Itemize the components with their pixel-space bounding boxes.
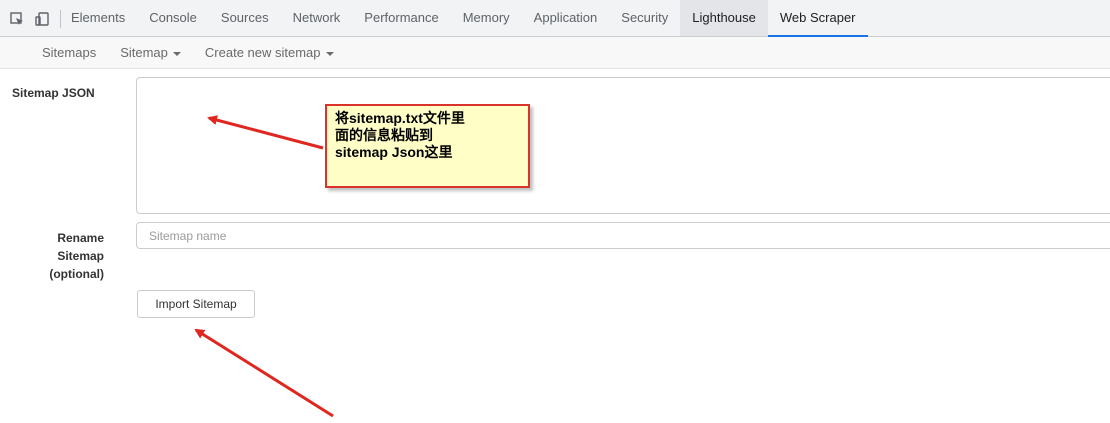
devtools-tab-bar: Elements Console Sources Network Perform… [0, 0, 1110, 37]
tab-elements[interactable]: Elements [71, 0, 137, 36]
tab-sources[interactable]: Sources [209, 0, 281, 36]
annotation-line-1: 将sitemap.txt文件里 [335, 110, 465, 126]
tab-console[interactable]: Console [137, 0, 209, 36]
nav-create-new-label: Create new sitemap [204, 45, 321, 60]
rename-label-line-2: Sitemap [57, 249, 104, 263]
sitemap-name-input[interactable] [136, 222, 1110, 249]
tab-memory[interactable]: Memory [451, 0, 522, 36]
annotation-line-2: 面的信息粘贴到 [335, 127, 433, 143]
tab-network[interactable]: Network [281, 0, 353, 36]
sitemap-json-textarea[interactable] [136, 77, 1110, 214]
nav-sitemaps[interactable]: Sitemaps [42, 45, 96, 60]
import-sitemap-button[interactable]: Import Sitemap [137, 290, 255, 318]
toolbar-divider [60, 10, 61, 28]
nav-sitemap-dropdown[interactable]: Sitemap [120, 45, 181, 60]
tab-performance[interactable]: Performance [352, 0, 450, 36]
tab-application[interactable]: Application [522, 0, 610, 36]
chevron-down-icon [172, 51, 181, 56]
web-scraper-nav: Sitemaps Sitemap Create new sitemap [0, 37, 1110, 69]
device-toolbar-icon[interactable] [32, 0, 54, 37]
arrow-to-import-button [194, 328, 334, 418]
tab-lighthouse[interactable]: Lighthouse [680, 0, 768, 36]
nav-create-new-sitemap-dropdown[interactable]: Create new sitemap [205, 45, 334, 60]
chevron-down-icon [325, 51, 334, 56]
inspect-element-icon[interactable] [6, 0, 28, 37]
rename-sitemap-label: Rename Sitemap (optional) [20, 229, 104, 283]
annotation-callout: 将sitemap.txt文件里 面的信息粘贴到 sitemap Json这里 [325, 104, 530, 188]
tab-web-scraper[interactable]: Web Scraper [767, 0, 868, 37]
annotation-line-3: sitemap Json这里 [335, 144, 453, 160]
tab-security[interactable]: Security [609, 0, 680, 36]
sitemap-json-label: Sitemap JSON [12, 86, 95, 100]
rename-label-line-1: Rename [57, 231, 104, 245]
rename-label-line-3: (optional) [49, 267, 104, 281]
nav-sitemap-label: Sitemap [120, 45, 168, 60]
